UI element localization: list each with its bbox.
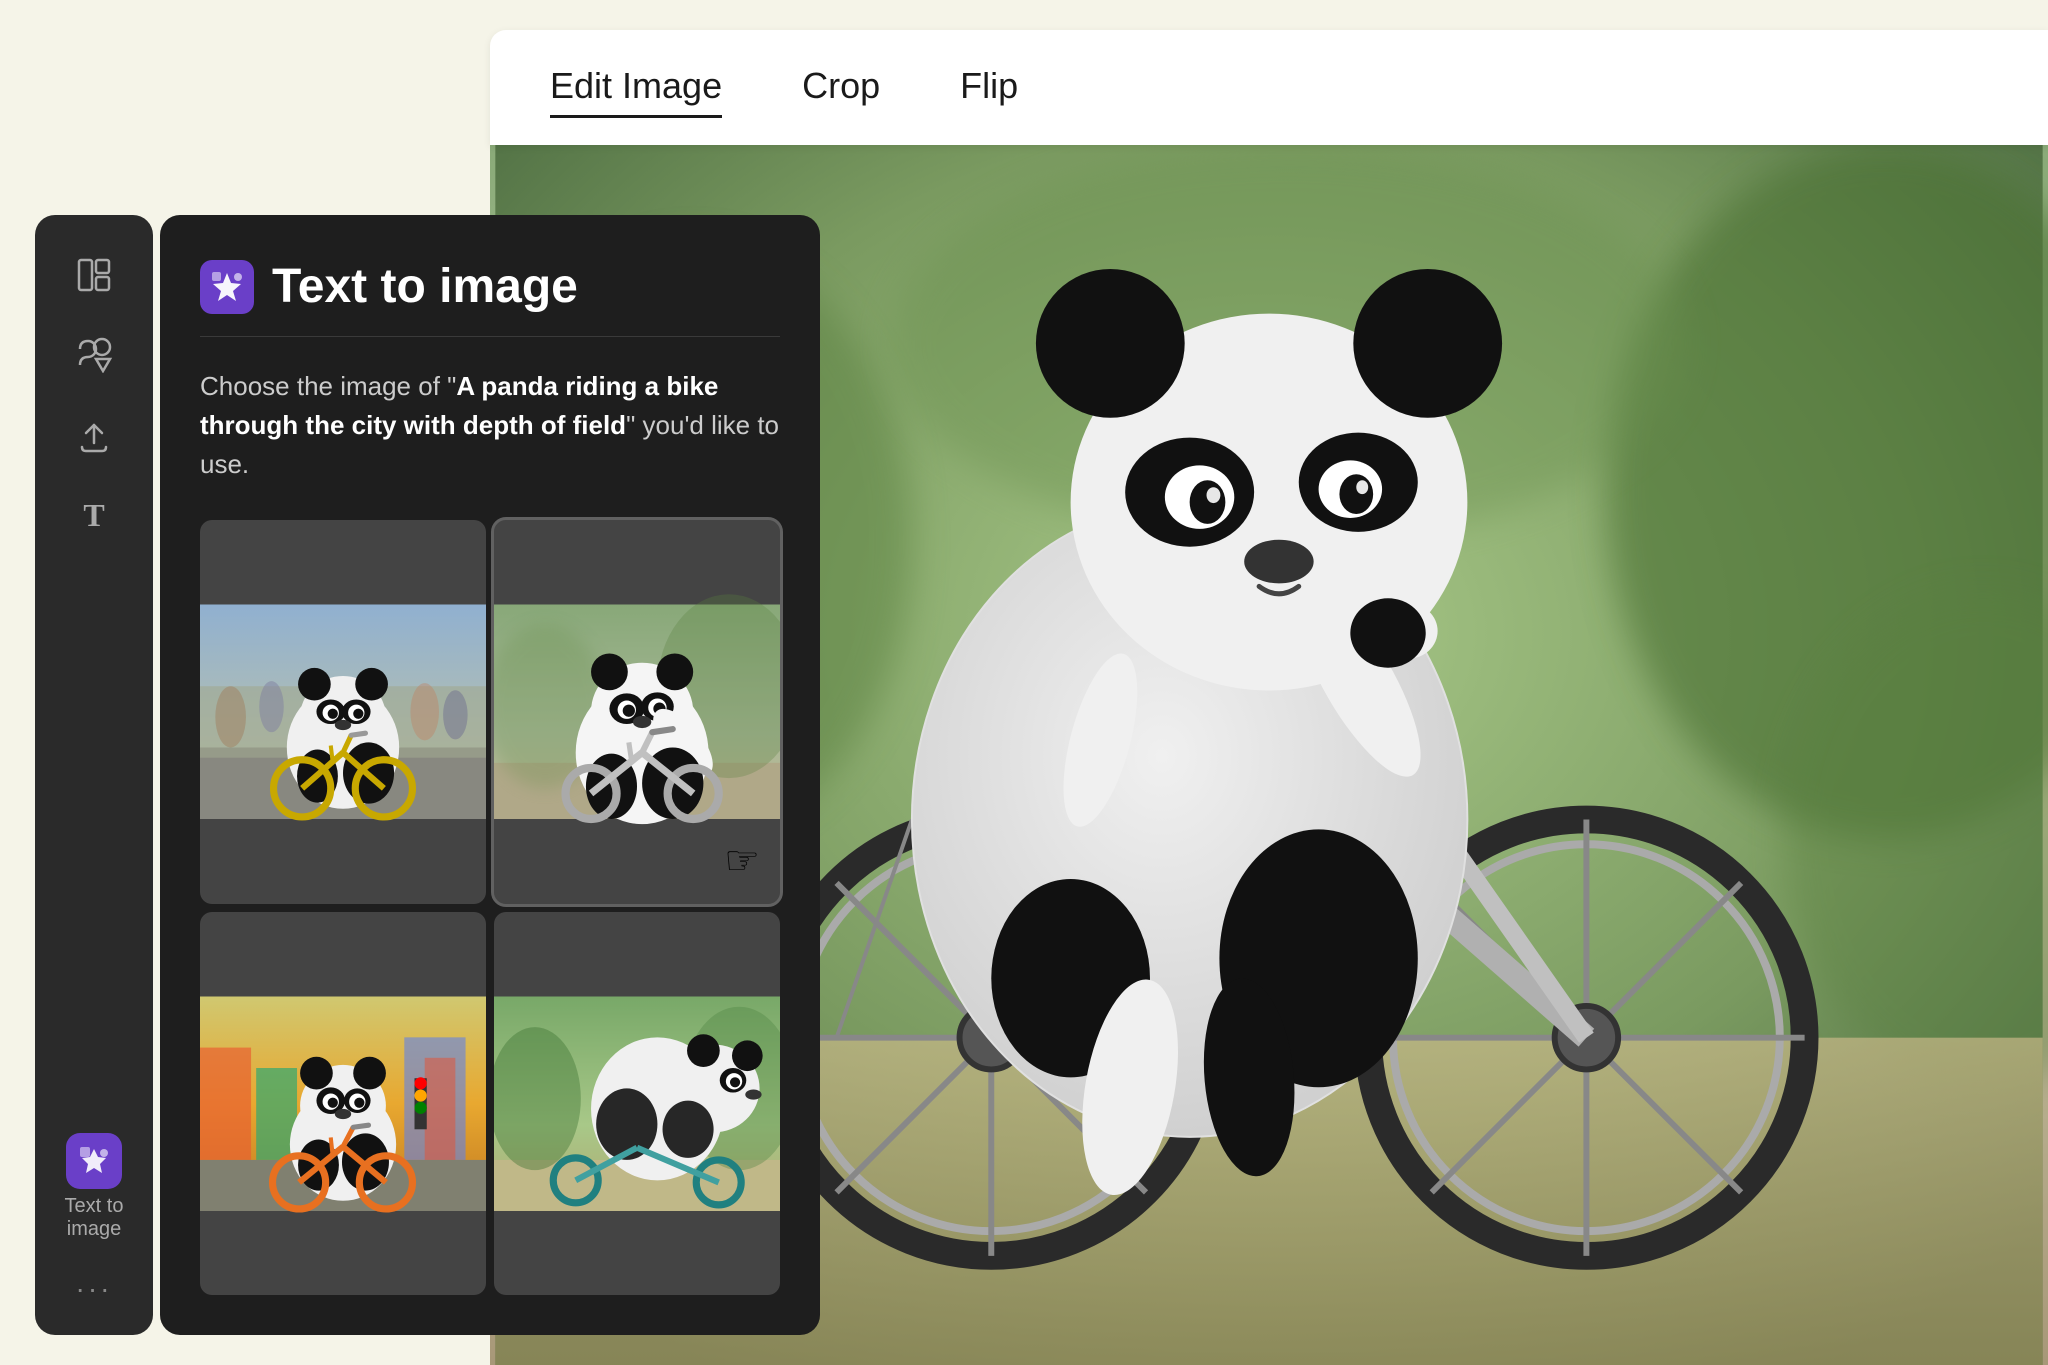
tti-description: Choose the image of "A panda riding a bi… bbox=[200, 367, 780, 484]
sidebar: T Text to image ··· bbox=[35, 215, 153, 1335]
grid-item-1[interactable] bbox=[200, 520, 486, 904]
tti-header: Text to image bbox=[200, 259, 780, 314]
more-options-icon[interactable]: ··· bbox=[76, 1273, 113, 1305]
tti-divider bbox=[200, 336, 780, 337]
edit-panel: Edit Image Crop Flip bbox=[490, 30, 2048, 145]
tti-icon bbox=[200, 260, 254, 314]
sidebar-item-layout[interactable] bbox=[64, 245, 124, 305]
sidebar-item-text-to-image[interactable]: Text to image bbox=[35, 1133, 153, 1241]
text-to-image-panel: Text to image Choose the image of "A pan… bbox=[160, 215, 820, 1335]
grid-item-2[interactable]: ☞ bbox=[494, 520, 780, 904]
tti-prompt: A panda riding a bike through the city w… bbox=[200, 371, 718, 440]
tab-edit-image[interactable]: Edit Image bbox=[550, 57, 722, 118]
grid-item-4[interactable] bbox=[494, 912, 780, 1296]
tab-flip[interactable]: Flip bbox=[960, 57, 1018, 118]
text-to-image-label: Text to image bbox=[35, 1195, 153, 1241]
sidebar-item-upload[interactable] bbox=[64, 405, 124, 465]
sidebar-bottom: Text to image ··· bbox=[35, 1133, 153, 1305]
tti-image-grid: ☞ bbox=[200, 520, 780, 1295]
sidebar-item-text[interactable]: T bbox=[64, 485, 124, 545]
tti-title: Text to image bbox=[272, 259, 578, 314]
tab-crop[interactable]: Crop bbox=[802, 57, 880, 118]
grid-item-3[interactable] bbox=[200, 912, 486, 1296]
text-to-image-icon bbox=[66, 1133, 122, 1189]
sidebar-item-elements[interactable] bbox=[64, 325, 124, 385]
